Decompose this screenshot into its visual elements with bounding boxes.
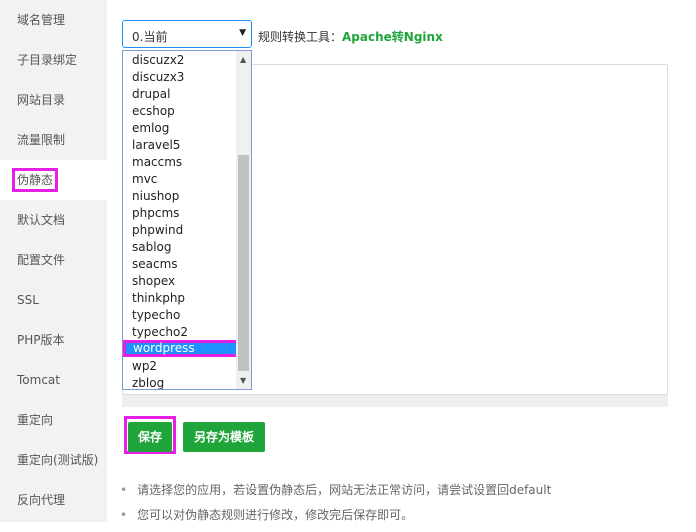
option-shopex[interactable]: shopex xyxy=(123,273,237,290)
sidebar-item-redirect-beta[interactable]: 重定向(测试版) xyxy=(0,440,107,480)
option-drupal[interactable]: drupal xyxy=(123,86,237,103)
option-seacms[interactable]: seacms xyxy=(123,256,237,273)
sidebar-item-default-doc[interactable]: 默认文档 xyxy=(0,200,107,240)
sidebar-item-label: 伪静态 xyxy=(12,168,59,192)
save-as-template-button[interactable]: 另存为模板 xyxy=(183,422,265,452)
tip-item: 您可以对伪静态规则进行修改，修改完后保存即可。 xyxy=(120,507,551,532)
scroll-up-icon[interactable]: ▲ xyxy=(240,55,246,64)
tip-item: 请选择您的应用，若设置伪静态后，网站无法正常访问，请尝试设置回default xyxy=(120,482,551,507)
sidebar-item-php[interactable]: PHP版本 xyxy=(0,320,107,360)
apache-to-nginx-link[interactable]: Apache转Nginx xyxy=(342,30,443,44)
option-niushop[interactable]: niushop xyxy=(123,188,237,205)
rewrite-template-select[interactable]: 0.当前 ▼ xyxy=(122,20,252,48)
scroll-down-icon[interactable]: ▼ xyxy=(240,376,246,385)
option-emlog[interactable]: emlog xyxy=(123,120,237,137)
rule-tool-label: 规则转换工具： xyxy=(258,30,343,44)
option-typecho2[interactable]: typecho2 xyxy=(123,324,237,341)
option-ecshop[interactable]: ecshop xyxy=(123,103,237,120)
option-sablog[interactable]: sablog xyxy=(123,239,237,256)
option-wp2[interactable]: wp2 xyxy=(123,358,237,375)
option-wordpress[interactable]: wordpress xyxy=(123,340,239,357)
option-thinkphp[interactable]: thinkphp xyxy=(123,290,237,307)
sidebar-item-subdir[interactable]: 子目录绑定 xyxy=(0,40,107,80)
option-phpcms[interactable]: phpcms xyxy=(123,205,237,222)
sidebar-item-redirect[interactable]: 重定向 xyxy=(0,400,107,440)
option-discuzx3[interactable]: discuzx3 xyxy=(123,69,237,86)
sidebar-item-rewrite[interactable]: 伪静态 xyxy=(0,160,107,200)
sidebar-item-webdir[interactable]: 网站目录 xyxy=(0,80,107,120)
scrollbar-thumb[interactable] xyxy=(238,155,249,371)
sidebar-item-config[interactable]: 配置文件 xyxy=(0,240,107,280)
sidebar-item-ssl[interactable]: SSL xyxy=(0,280,107,320)
sidebar: 域名管理 子目录绑定 网站目录 流量限制 伪静态 默认文档 配置文件 SSL P… xyxy=(0,0,107,522)
select-value: 0.当前 xyxy=(132,30,168,44)
sidebar-item-proxy[interactable]: 反向代理 xyxy=(0,480,107,520)
dropdown-scrollbar[interactable]: ▲ ▼ xyxy=(236,51,251,389)
option-discuzx2[interactable]: discuzx2 xyxy=(123,52,237,69)
option-maccms[interactable]: maccms xyxy=(123,154,237,171)
save-button[interactable]: 保存 xyxy=(128,422,172,452)
select-dropdown-list[interactable]: discuzx2 discuzx3 drupal ecshop emlog la… xyxy=(122,50,252,390)
tips-list: 请选择您的应用，若设置伪静态后，网站无法正常访问，请尝试设置回default 您… xyxy=(120,482,551,532)
chevron-down-icon: ▼ xyxy=(239,28,246,38)
editor-horizontal-scrollbar[interactable] xyxy=(122,394,668,407)
rule-tool: 规则转换工具：Apache转Nginx xyxy=(258,28,443,45)
sidebar-item-domain[interactable]: 域名管理 xyxy=(0,0,107,40)
option-mvc[interactable]: mvc xyxy=(123,171,237,188)
option-phpwind[interactable]: phpwind xyxy=(123,222,237,239)
option-typecho[interactable]: typecho xyxy=(123,307,237,324)
sidebar-item-tomcat[interactable]: Tomcat xyxy=(0,360,107,400)
option-zblog[interactable]: zblog xyxy=(123,375,237,389)
option-laravel5[interactable]: laravel5 xyxy=(123,137,237,154)
sidebar-item-traffic[interactable]: 流量限制 xyxy=(0,120,107,160)
